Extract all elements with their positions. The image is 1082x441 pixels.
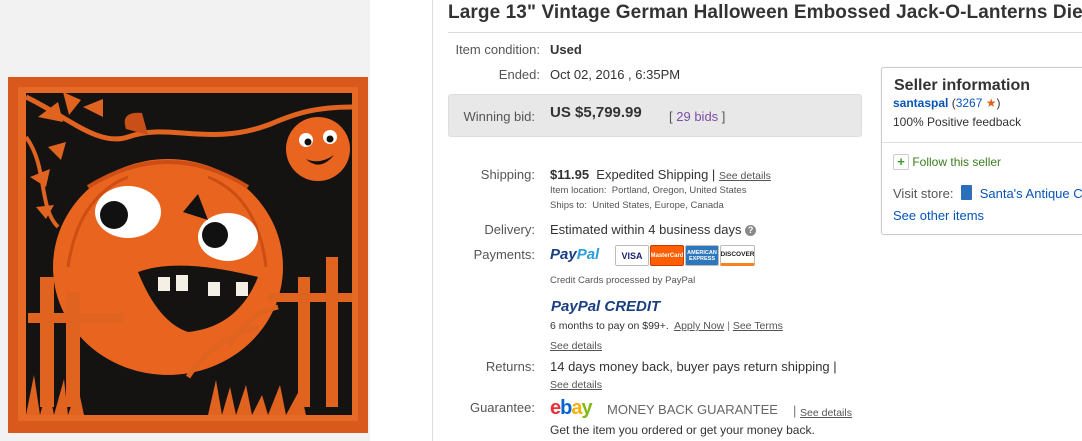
discover-card-icon: DISCOVER [720, 245, 755, 266]
bids-link[interactable]: 29 bids [676, 109, 718, 124]
money-back-guarantee: MONEY BACK GUARANTEE [607, 402, 778, 417]
bracket-open: [ [669, 109, 673, 124]
store-icon [961, 185, 973, 200]
condition-label: Item condition: [455, 42, 540, 57]
ships-to-label: Ships to: [550, 200, 587, 211]
item-location: Item location: Portland, Oregon, United … [550, 185, 746, 196]
seller-name-link[interactable]: santaspal [893, 96, 948, 110]
seller-divider [882, 142, 1082, 143]
visit-store-label: Visit store: [893, 186, 954, 201]
returns-value: 14 days money back, buyer pays return sh… [550, 359, 837, 374]
credit-terms-line: 6 months to pay on $99+. Apply Now | See… [550, 320, 783, 332]
item-location-value: Portland, Oregon, United States [611, 185, 747, 196]
star-icon: ★ [985, 96, 997, 110]
follow-seller-link[interactable]: Follow this seller [912, 155, 1001, 169]
shipping-label: Shipping: [480, 167, 535, 182]
credit-processed-text: Credit Cards processed by PayPal [550, 275, 696, 286]
amex-card-icon: AMERICAN EXPRESS [685, 245, 719, 266]
returns-label: Returns: [485, 359, 535, 374]
delivery-label: Delivery: [484, 222, 535, 237]
paypal-logo-pal: Pal [576, 246, 600, 263]
winning-bid-value: US $5,799.99 [550, 104, 642, 121]
payments-see-details-link[interactable]: See details [550, 340, 602, 352]
title-divider [448, 32, 1082, 33]
item-image-panel[interactable] [0, 0, 370, 441]
guarantee-divider: | [793, 403, 797, 418]
jack-o-lantern-diecut-image[interactable] [8, 77, 368, 433]
paypal-logo: PayPal [550, 246, 599, 263]
ebay-logo-b: b [560, 397, 572, 419]
shipping-method: Expedited Shipping | [596, 167, 716, 182]
gutter [370, 0, 434, 441]
shipping-see-details-link[interactable]: See details [719, 170, 771, 182]
divider [432, 0, 433, 441]
visa-card-icon: VISA [615, 245, 649, 266]
condition-value: Used [550, 42, 582, 57]
mastercard-icon: MasterCard [650, 245, 684, 266]
returns-see-details-link[interactable]: See details [550, 379, 602, 391]
paypal-credit-logo-credit: CREDIT [604, 298, 661, 315]
positive-feedback: 100% Positive feedback [893, 115, 1022, 129]
see-other-items: See other items [893, 208, 984, 223]
shipping-line: $11.95 Expedited Shipping | See details [550, 167, 771, 182]
bid-count: [ 29 bids ] [669, 109, 725, 124]
ships-to: Ships to: United States, Europe, Canada [550, 200, 724, 211]
seller-info-box: Seller information santaspal (3267 ★) 10… [881, 67, 1082, 235]
shipping-cost: $11.95 [550, 167, 590, 182]
ebay-logo-a: a [571, 397, 582, 419]
seller-heading: Seller information [894, 77, 1031, 94]
delivery-text: Estimated within 4 business days [550, 222, 742, 237]
plus-icon: + [893, 154, 909, 170]
visit-store-line: Visit store: Santa's Antique C [893, 185, 1082, 201]
item-location-label: Item location: [550, 185, 607, 196]
store-name-link[interactable]: Santa's Antique C [980, 186, 1082, 201]
delivery-value: Estimated within 4 business days ? [550, 222, 757, 237]
feedback-score-link[interactable]: 3267 [956, 96, 983, 110]
ships-to-value: United States, Europe, Canada [592, 200, 724, 211]
follow-seller[interactable]: + Follow this seller [893, 154, 1001, 170]
ended-label: Ended: [498, 67, 540, 82]
paypal-credit-logo-paypal: PayPal [551, 298, 601, 315]
guarantee-label: Guarantee: [469, 400, 535, 415]
guarantee-see-details-link[interactable]: See details [800, 407, 852, 419]
ebay-logo-e: e [550, 397, 561, 419]
paypal-logo-pay: Pay [550, 246, 577, 263]
see-terms-link[interactable]: See Terms [733, 320, 783, 332]
help-icon[interactable]: ? [745, 225, 757, 236]
see-other-items-link[interactable]: See other items [893, 208, 984, 223]
feedback-paren-close: ) [996, 96, 1001, 110]
listing-title: Large 13" Vintage German Halloween Embos… [448, 2, 1082, 23]
credit-terms-divider: | [727, 320, 730, 332]
ended-value: Oct 02, 2016 , 6:35PM [550, 67, 681, 82]
seller-name-line: santaspal (3267 ★) [893, 96, 1001, 110]
winning-bid-label: Winning bid: [463, 109, 535, 124]
paypal-credit-logo: PayPal CREDIT [551, 298, 660, 315]
ebay-logo-y: y [581, 397, 592, 419]
guarantee-text: Get the item you ordered or get your mon… [550, 423, 815, 437]
payments-label: Payments: [473, 247, 535, 262]
bracket-close: ] [721, 109, 726, 124]
apply-now-link[interactable]: Apply Now [674, 320, 724, 332]
credit-terms: 6 months to pay on $99+. [550, 320, 669, 332]
ebay-logo: ebay [550, 397, 593, 420]
